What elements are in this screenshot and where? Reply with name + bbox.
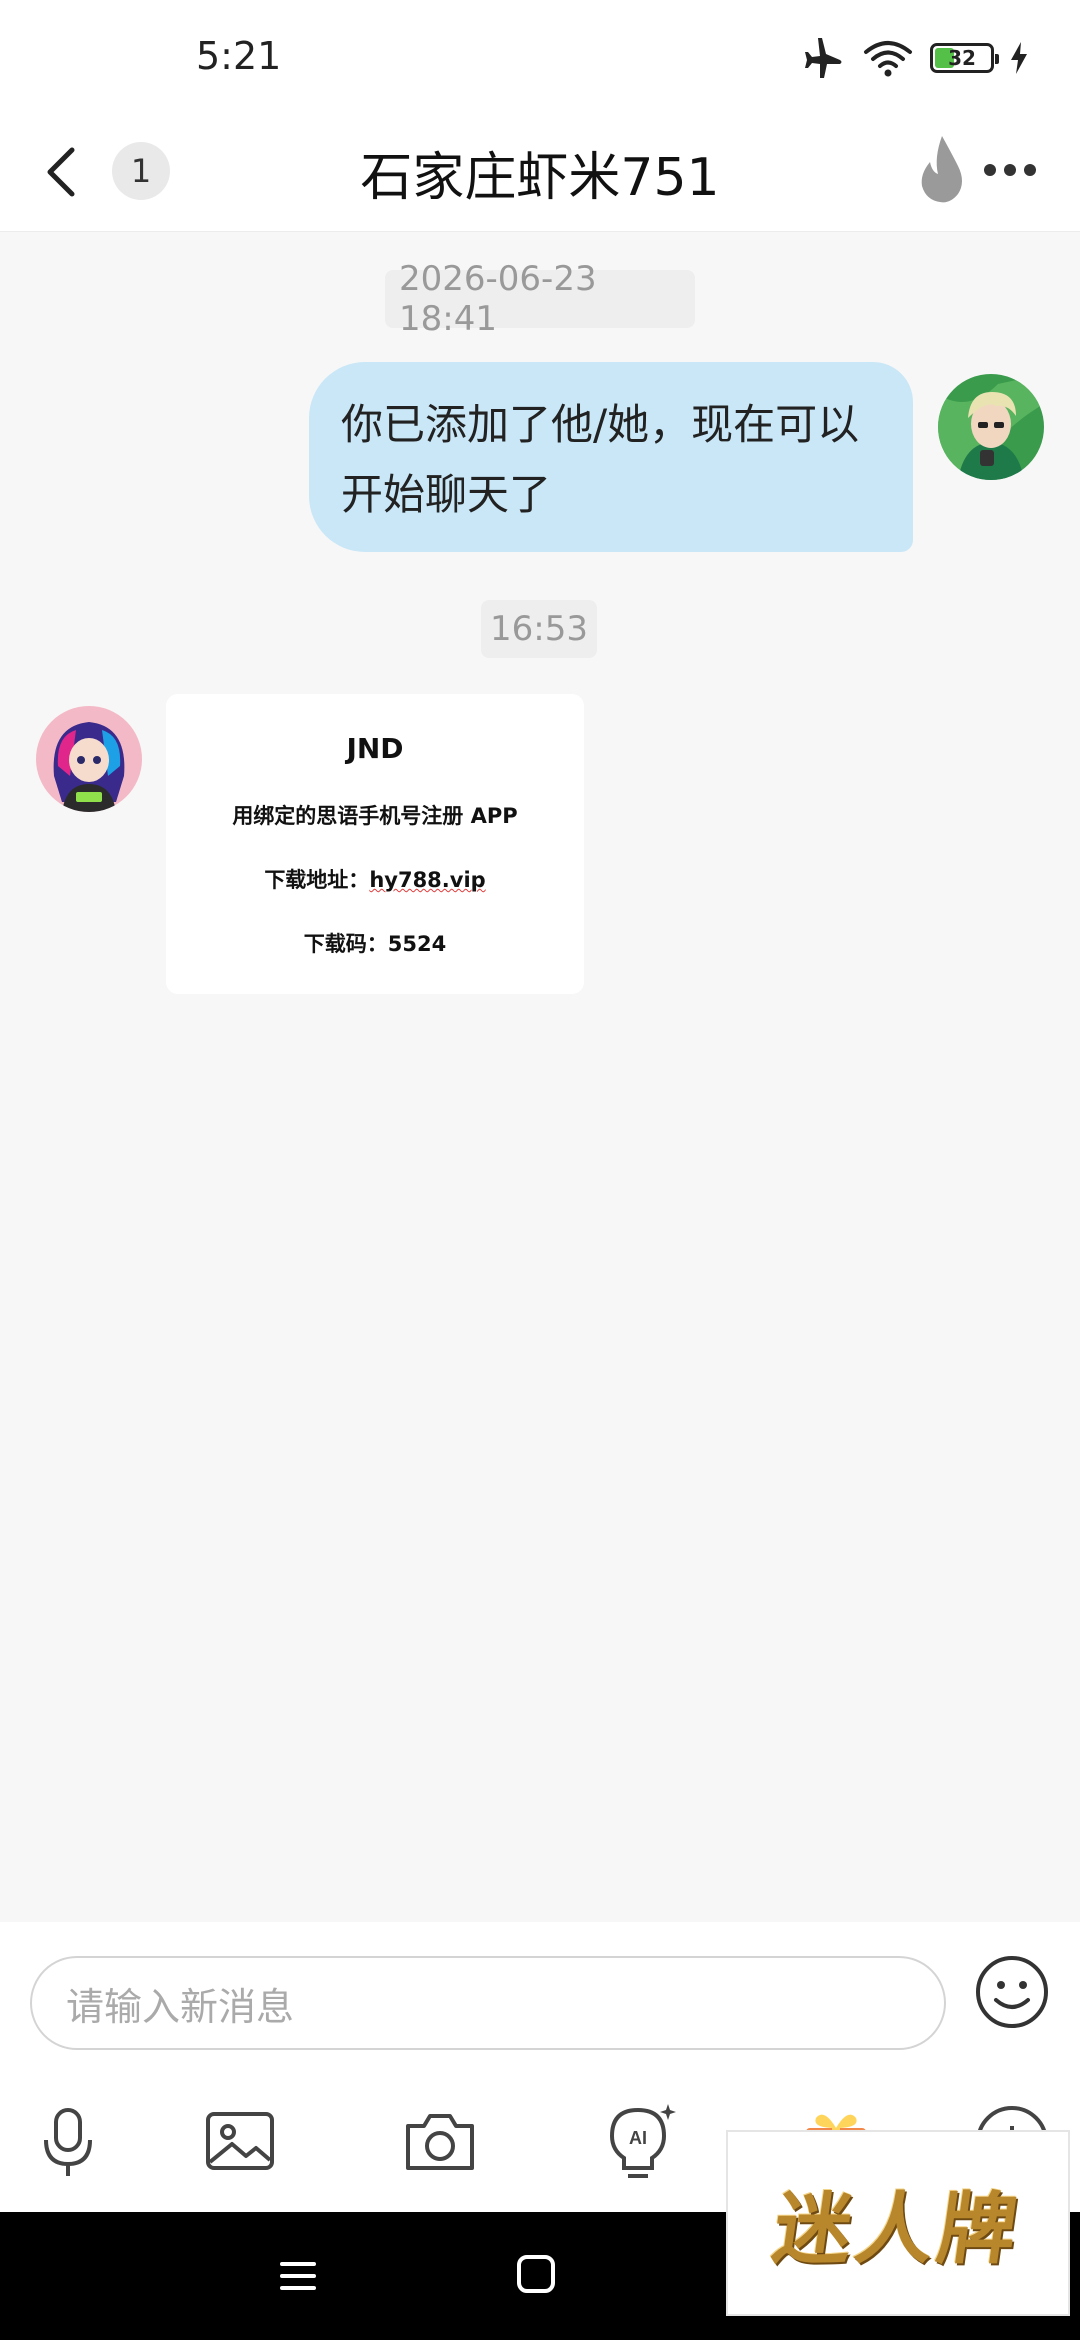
status-bar: 5:21 32 [0,0,1080,112]
card-address-label: 下载地址： [264,868,370,892]
microphone-icon[interactable] [28,2102,108,2182]
timestamp-chip: 2026-06-23 18:41 [385,259,695,339]
charging-icon [1011,42,1027,74]
card-download-address: 下载地址：hy788.vip [166,864,584,894]
back-arrow-icon[interactable] [36,136,88,208]
svg-text:AI: AI [629,2128,647,2148]
flame-icon[interactable] [912,132,972,208]
recent-apps-icon[interactable] [276,2254,320,2298]
status-icons: 32 [802,38,1028,78]
watermark-logo: 迷人牌 [726,2130,1070,2316]
home-icon[interactable] [514,2252,558,2296]
timestamp-chip: 16:53 [481,600,597,658]
watermark-text: 迷人牌 [767,2184,1027,2275]
message-input[interactable]: 请输入新消息 [30,1956,946,2050]
image-icon[interactable] [200,2102,280,2182]
card-download-code: 下载码：5524 [303,932,447,956]
outgoing-message-bubble[interactable]: 你已添加了他/她，现在可以开始聊天了 [309,362,913,552]
wifi-icon [864,41,912,77]
airplane-mode-icon [805,38,842,78]
camera-icon[interactable] [400,2102,480,2182]
chat-header: 1 石家庄虾米751 [0,112,1080,232]
emoji-icon[interactable] [974,1954,1050,2030]
card-address-link: hy788.vip [369,868,486,892]
ai-assistant-icon[interactable]: AI [598,2102,678,2182]
card-line: 用绑定的思语手机号注册 APP [232,804,518,828]
image-message-card[interactable]: JND 用绑定的思语手机号注册 APP 下载地址：hy788.vip 下载码：5… [166,694,584,994]
battery-level: 32 [948,46,976,70]
card-title: JND [346,732,404,765]
battery-icon: 32 [930,43,999,73]
unread-count-badge[interactable]: 1 [112,142,170,200]
message-input-placeholder: 请输入新消息 [66,1984,295,2029]
peer-avatar[interactable] [36,706,142,812]
more-dots-icon[interactable] [980,148,1040,192]
status-time: 5:21 [196,34,282,78]
self-avatar[interactable] [938,374,1044,480]
